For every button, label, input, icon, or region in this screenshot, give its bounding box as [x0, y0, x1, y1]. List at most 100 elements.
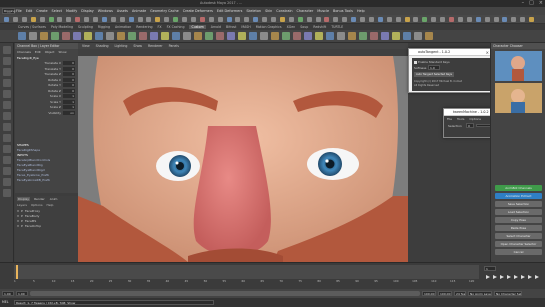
shelf-tab[interactable]: Poly Modeling: [51, 25, 73, 29]
status-tool-icon[interactable]: [199, 17, 205, 22]
menu-item[interactable]: Create Deformers: [183, 9, 213, 13]
status-tool-icon[interactable]: [155, 17, 161, 22]
status-tool-icon[interactable]: [271, 17, 276, 22]
shelf-tab[interactable]: Custom: [189, 25, 206, 29]
shelf-tool-icon[interactable]: [84, 32, 92, 40]
shelf-tool-icon[interactable]: [172, 32, 180, 40]
shelf-tab[interactable]: XGen: [287, 25, 296, 29]
status-tool-icon[interactable]: [333, 17, 339, 22]
toolbox-tool-icon[interactable]: [3, 145, 11, 153]
range-start-field[interactable]: 1.00: [2, 291, 14, 296]
status-tool-icon[interactable]: [413, 17, 419, 22]
status-tool-icon[interactable]: [351, 17, 357, 22]
shelf-tool-icon[interactable]: [238, 32, 246, 40]
status-tool-icon[interactable]: [4, 17, 9, 22]
status-tool-icon[interactable]: [475, 17, 481, 22]
channel-box-menu[interactable]: Show: [58, 50, 66, 55]
shelf-tool-icon[interactable]: [150, 32, 158, 40]
channel-box-menu[interactable]: Channels: [17, 50, 31, 55]
status-tool-icon[interactable]: [511, 17, 517, 22]
status-tool-icon[interactable]: [146, 17, 152, 22]
layer-tab[interactable]: Anim: [49, 197, 59, 201]
shelf-tool-icon[interactable]: [271, 32, 279, 40]
channel-row[interactable]: Scale X1: [17, 94, 75, 98]
toolbox-tool-icon[interactable]: [3, 90, 11, 98]
shelf-tool-icon[interactable]: [216, 32, 224, 40]
playback-end-field[interactable]: 100.00: [422, 291, 436, 296]
toolbox-tool-icon[interactable]: [3, 68, 11, 76]
channel-row[interactable]: Translate Z0: [17, 72, 75, 76]
auto-tangent-button[interactable]: Auto Tangent Selected Keys: [414, 72, 454, 77]
menu-item[interactable]: Help: [357, 9, 365, 13]
channel-value[interactable]: 1: [63, 94, 75, 98]
status-tool-icon[interactable]: [110, 17, 116, 22]
toolbox-tool-icon[interactable]: [3, 112, 11, 120]
menu-item[interactable]: Geometry Cache: [150, 9, 179, 13]
shelf-tool-icon[interactable]: [392, 32, 400, 40]
status-tool-icon[interactable]: [297, 17, 303, 22]
tween-menu-item[interactable]: File: [447, 117, 452, 121]
toolbox-tool-icon[interactable]: [3, 167, 11, 175]
shelf-tool-icon[interactable]: [315, 32, 323, 40]
status-tool-icon[interactable]: [57, 17, 63, 22]
channel-section-item[interactable]: FaceEyebrowRB_Prefb: [17, 178, 50, 182]
layer-menu-item[interactable]: Help: [47, 203, 54, 207]
status-tool-icon[interactable]: [173, 17, 179, 22]
playback-control-icon[interactable]: [514, 275, 518, 279]
channel-value[interactable]: 0: [63, 83, 75, 87]
status-tool-icon[interactable]: [484, 17, 490, 22]
menu-item[interactable]: Muscle: [317, 9, 329, 13]
playback-control-icon[interactable]: [500, 275, 504, 279]
panel-button[interactable]: Select Character: [495, 233, 542, 239]
status-tool-icon[interactable]: [404, 17, 410, 22]
shelf-tool-icon[interactable]: [304, 32, 312, 40]
status-tool-icon[interactable]: [217, 17, 223, 22]
shelf-tool-icon[interactable]: [414, 32, 422, 40]
panel-button[interactable]: Paste Pose: [495, 225, 542, 231]
channel-box-menu[interactable]: Edit: [35, 50, 41, 55]
playback-control-icon[interactable]: [521, 275, 525, 279]
channel-row[interactable]: Rotate Z0: [17, 88, 75, 93]
status-tool-icon[interactable]: [262, 17, 268, 22]
playback-control-icon[interactable]: [493, 275, 497, 279]
status-tool-icon[interactable]: [502, 17, 508, 22]
channel-value[interactable]: 0: [63, 88, 75, 93]
tween-menu-item[interactable]: Tools: [457, 117, 464, 121]
layer-row[interactable]: V P FaceMS: [17, 219, 36, 223]
minimize-icon[interactable]: –: [522, 0, 525, 7]
status-tool-icon[interactable]: [190, 17, 196, 22]
status-tool-icon[interactable]: [315, 17, 321, 22]
status-tool-icon[interactable]: [101, 17, 107, 22]
toolbox-tool-icon[interactable]: [3, 101, 11, 109]
layer-menu-item[interactable]: Layers: [17, 203, 27, 207]
channel-row[interactable]: Translate X0: [17, 61, 75, 65]
shelf-tool-icon[interactable]: [62, 32, 70, 40]
status-tool-icon[interactable]: [306, 17, 312, 22]
channel-row[interactable]: Rotate Y0: [17, 83, 75, 87]
toolbox-tool-icon[interactable]: [3, 156, 11, 164]
mode-selector[interactable]: Rigging: [2, 8, 15, 14]
toolbox-tool-icon[interactable]: [3, 189, 11, 197]
status-tool-icon[interactable]: [279, 17, 285, 22]
status-tool-icon[interactable]: [440, 17, 446, 22]
time-slider[interactable]: [14, 265, 479, 279]
panel-button[interactable]: Animation Extract: [495, 193, 542, 199]
menu-item[interactable]: Animate: [132, 9, 146, 13]
layer-tab[interactable]: Display: [17, 197, 31, 201]
channel-value[interactable]: 0: [63, 77, 75, 82]
shelf-tool-icon[interactable]: [348, 32, 356, 40]
menu-item[interactable]: Edit: [26, 9, 33, 13]
channel-row[interactable]: Scale Y1: [17, 99, 75, 104]
shelf-tab[interactable]: Sculpting: [78, 25, 93, 29]
status-tool-icon[interactable]: [360, 17, 365, 22]
channel-row[interactable]: Visibility on: [17, 110, 75, 115]
selection-input[interactable]: 0: [466, 123, 474, 128]
status-tool-icon[interactable]: [377, 17, 383, 22]
status-tool-icon[interactable]: [253, 17, 259, 22]
shelf-tool-icon[interactable]: [29, 32, 37, 40]
status-tool-icon[interactable]: [386, 17, 392, 22]
status-tool-icon[interactable]: [529, 17, 535, 22]
toolbox-tool-icon[interactable]: [3, 79, 11, 87]
menu-item[interactable]: Bonus Tools: [333, 9, 353, 13]
tween-menu-item[interactable]: Options: [469, 117, 481, 121]
